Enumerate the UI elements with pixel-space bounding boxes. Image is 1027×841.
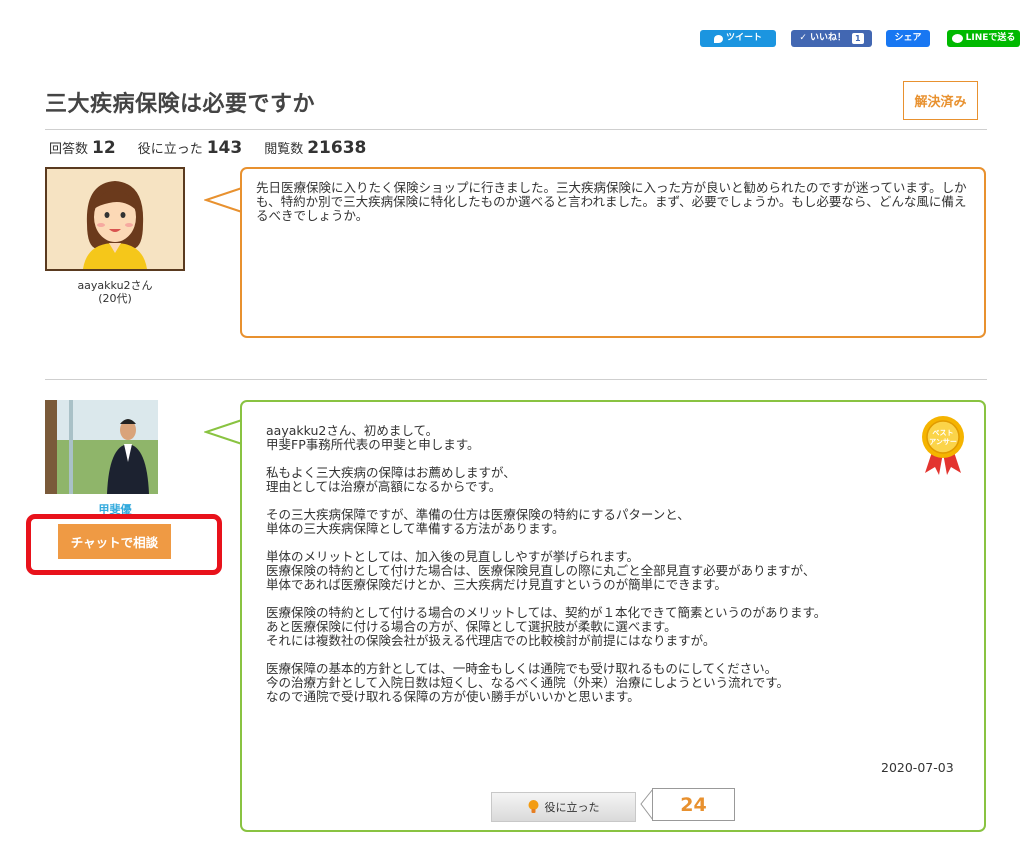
like-label: いいね！ — [809, 33, 846, 43]
tweet-button[interactable]: ツイート — [700, 30, 776, 47]
answer-body: aayakku2さん、初めまして。 甲斐FP事務所代表の甲斐と申します。 私もよ… — [240, 400, 986, 832]
answers-label: 回答数 — [49, 142, 89, 157]
answer-paragraph: 医療保障の基本的方針としては、一時金もしくは通院でも受け取れるものにしてください… — [266, 661, 790, 704]
helpful-label: 役に立った — [137, 142, 203, 157]
helpful-button-label: 役に立った — [544, 801, 600, 814]
helpful-count: 143 — [206, 138, 243, 158]
page-title: 三大疾病保険は必要ですか — [45, 92, 316, 117]
best-answer-medal-icon: ベスト アンサー — [922, 416, 964, 475]
question-bubble-tail — [204, 187, 243, 213]
questioner-age: (20代) — [98, 292, 132, 305]
line-label: LINEで送る — [965, 33, 1016, 43]
questioner-avatar — [45, 167, 185, 271]
answer-paragraph: 医療保険の特約として付ける場合のメリットしては、契約が１本化できて簡素というのが… — [266, 605, 827, 648]
status-badge: 解決済み — [903, 81, 978, 120]
svg-text:ベスト: ベスト — [932, 429, 953, 437]
question-text: 先日医療保険に入りたく保険ショップに行きました。三大疾病保険に入った方が良いと勧… — [256, 180, 967, 223]
share-button[interactable]: シェア — [886, 30, 930, 47]
divider — [45, 379, 987, 380]
share-label: シェア — [894, 33, 922, 43]
like-count: 1 — [851, 33, 864, 44]
answer-paragraph: その三大疾病保障ですが、準備の仕方は医療保険の特約にするパターンと、 単体の三大… — [266, 507, 690, 536]
divider — [45, 129, 987, 130]
lightbulb-icon — [528, 800, 538, 813]
questioner-info: aayakku2さん (20代) — [45, 279, 185, 305]
line-chat-icon — [951, 34, 963, 43]
like-button[interactable]: ✓ いいね！ 1 — [791, 30, 872, 47]
answer-paragraph: 単体のメリットとしては、加入後の見直ししやすが挙げられます。 医療保険の特約とし… — [266, 549, 816, 592]
helpful-button[interactable]: 役に立った — [491, 792, 636, 822]
views-label: 閲覧数 — [264, 142, 304, 157]
views-count: 21638 — [307, 138, 367, 158]
answer-date: 2020-07-03 — [881, 760, 954, 775]
line-send-button[interactable]: LINEで送る — [947, 30, 1020, 47]
answer-paragraph: 私もよく三大疾病の保障はお薦めしますが、 理由としては治療が高額になるからです。 — [266, 465, 516, 494]
check-icon: ✓ — [799, 33, 807, 43]
answer-bubble-tail — [204, 419, 243, 445]
answer-paragraph: aayakku2さん、初めまして。 甲斐FP事務所代表の甲斐と申します。 — [266, 423, 480, 452]
answerer-photo[interactable] — [45, 400, 158, 494]
svg-text:アンサー: アンサー — [929, 438, 957, 446]
helpful-count-box: 24 — [652, 788, 735, 821]
answers-count: 12 — [92, 138, 116, 158]
questioner-name: aayakku2さん — [77, 279, 153, 292]
tweet-label: ツイート — [725, 33, 762, 43]
question-stats: 回答数 12 役に立った 143 閲覧数 21638 — [49, 138, 384, 158]
chat-consult-button[interactable]: チャットで相談 — [58, 524, 171, 559]
social-share-bar: ツイート ✓ いいね！ 1 シェア LINEで送る — [0, 30, 1027, 48]
question-body: 先日医療保険に入りたく保険ショップに行きました。三大疾病保険に入った方が良いと勧… — [240, 167, 986, 338]
twitter-bird-icon — [713, 34, 723, 43]
